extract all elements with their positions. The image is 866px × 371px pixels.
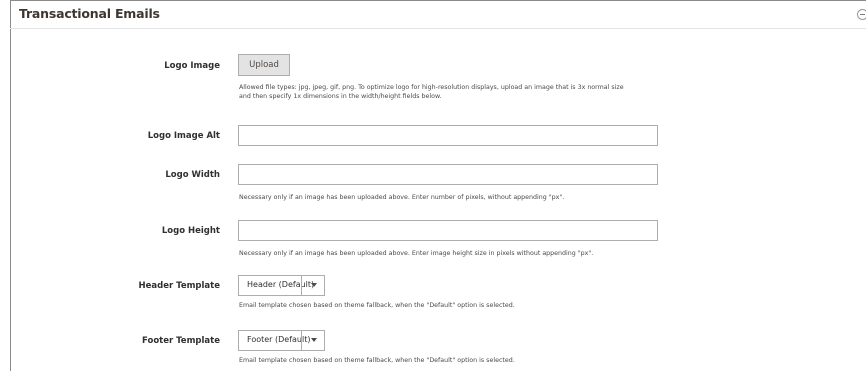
select-separator (301, 276, 302, 295)
logo-image-note: Allowed file types: jpg, jpeg, gif, png.… (239, 84, 679, 101)
logo-width-note: Necessary only if an image has been uplo… (239, 194, 565, 201)
header-template-note: Email template chosen based on theme fal… (239, 302, 515, 309)
chevron-down-icon (311, 338, 317, 342)
header-template-select[interactable]: Header (Default) (238, 275, 325, 296)
section-divider (10, 28, 866, 29)
logo-image-note-line1: Allowed file types: jpg, jpeg, gif, png.… (239, 84, 624, 91)
footer-template-select[interactable]: Footer (Default) (238, 330, 325, 351)
logo-height-input[interactable] (238, 220, 658, 241)
logo-image-note-line2: and then specify 1x dimensions in the wi… (239, 92, 442, 100)
select-separator (301, 331, 302, 350)
footer-template-note: Email template chosen based on theme fal… (239, 357, 515, 364)
chevron-down-icon (311, 283, 317, 287)
footer-template-label: Footer Template (142, 336, 220, 346)
section-title[interactable]: Transactional Emails (19, 6, 160, 21)
logo-image-alt-label: Logo Image Alt (147, 131, 220, 141)
transactional-emails-panel (10, 0, 866, 371)
logo-height-note: Necessary only if an image has been uplo… (239, 250, 594, 257)
header-template-label: Header Template (138, 281, 220, 291)
upload-button[interactable]: Upload (238, 54, 290, 76)
logo-image-label: Logo Image (164, 61, 220, 71)
logo-image-alt-input[interactable] (238, 125, 658, 146)
header-template-selected: Header (Default) (247, 280, 315, 289)
logo-width-input[interactable] (238, 164, 658, 185)
logo-width-label: Logo Width (165, 170, 220, 180)
collapse-circle-icon[interactable] (857, 9, 866, 20)
logo-height-label: Logo Height (161, 226, 220, 236)
